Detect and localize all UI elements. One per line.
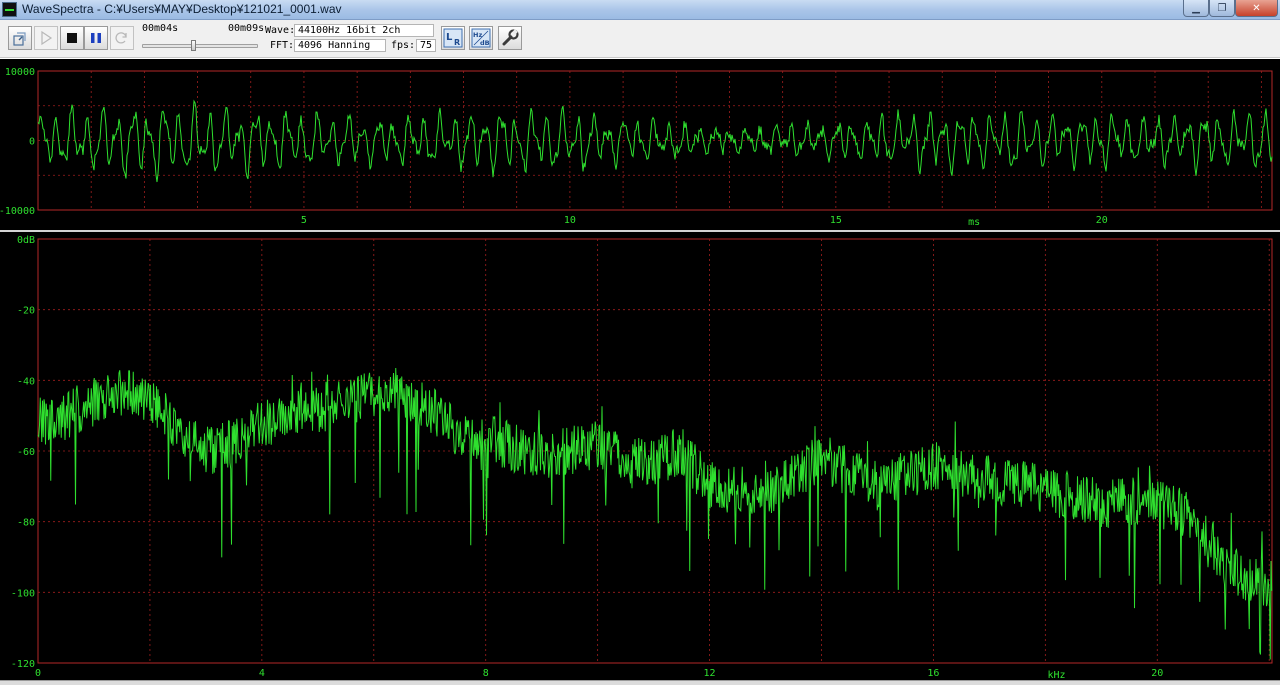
minimize-button[interactable]: ▁ [1183, 0, 1209, 17]
spectrum-x-tick-label: 4 [259, 668, 265, 679]
play-icon [41, 30, 53, 46]
spectrum-y-tick-label: -40 [17, 376, 35, 387]
fft-value: 4096 Hanning [294, 39, 386, 52]
spectrum-y-tick-label: -100 [11, 588, 35, 599]
maximize-button[interactable]: ❐ [1209, 0, 1235, 17]
svg-text:dB: dB [480, 39, 490, 47]
spectrum-y-tick-label: 0dB [17, 235, 35, 246]
seek-slider-track[interactable] [142, 44, 258, 48]
svg-text:L: L [446, 32, 453, 43]
waveform-trace [37, 99, 1273, 183]
spectrum-x-tick-label: 20 [1151, 668, 1163, 679]
settings-button[interactable] [498, 26, 522, 50]
fps-value: 75 [416, 39, 436, 52]
title-bar: WaveSpectra - C:¥Users¥MAY¥Desktop¥12102… [0, 0, 1280, 20]
waveform-panel[interactable]: 10000 0 -10000 5 10 15 20 ms [0, 59, 1280, 230]
wave-format-label: Wave: [265, 25, 296, 36]
spectrum-y-tick-label: -20 [17, 306, 35, 317]
spectrum-x-tick-label: 12 [704, 668, 716, 679]
loop-icon [115, 32, 127, 44]
toolbar: 00m04s 00m09s Wave: 44100Hz 16bit 2ch FF… [0, 20, 1280, 58]
hz-db-button[interactable]: Hz dB [469, 26, 493, 50]
loop-button[interactable] [110, 26, 134, 50]
waveform-chart[interactable]: 10000 0 -10000 5 10 15 20 ms [0, 59, 1280, 230]
record-source-icon [13, 32, 26, 46]
spectrum-trace [37, 367, 1273, 660]
waveform-y-tick-label: -10000 [0, 206, 35, 217]
total-time: 00m09s [228, 23, 265, 34]
waveform-x-unit: ms [968, 217, 980, 228]
waveform-x-tick-label: 5 [301, 215, 307, 226]
wrench-icon [502, 29, 519, 46]
close-button[interactable]: ✕ [1235, 0, 1278, 17]
spectrum-panel[interactable]: 0dB -20 -40 -60 -80 -100 -120 0 4 8 12 16 20 kHz [0, 232, 1280, 680]
stop-icon [67, 33, 77, 43]
spectrum-x-tick-label: 16 [927, 668, 939, 679]
waveform-x-tick-label: 15 [830, 215, 842, 226]
seek-slider-thumb[interactable] [191, 40, 197, 51]
spectrum-y-tick-label: -60 [17, 447, 35, 458]
hz-db-icon: Hz dB [471, 28, 491, 48]
waveform-x-tick-label: 10 [564, 215, 576, 226]
wavespectra-app-icon[interactable] [2, 2, 17, 17]
position-time: 00m04s [142, 23, 179, 34]
channel-lr-button[interactable]: L R [441, 26, 465, 50]
spectrum-x-tick-label: 0 [35, 668, 41, 679]
stop-button[interactable] [60, 26, 84, 50]
pause-icon [91, 33, 101, 43]
svg-text:R: R [454, 38, 460, 47]
fft-label: FFT: [270, 40, 295, 51]
play-button[interactable] [34, 26, 58, 50]
record-source-button[interactable] [8, 26, 32, 50]
minimize-icon: ▁ [1192, 2, 1200, 14]
pause-button[interactable] [84, 26, 108, 50]
close-icon: ✕ [1252, 2, 1261, 14]
spectrum-x-tick-label: 8 [483, 668, 489, 679]
spectrum-x-unit: kHz [1048, 670, 1066, 680]
waveform-y-tick-label: 0 [29, 137, 35, 148]
spectrum-y-tick-label: -80 [17, 518, 35, 529]
spectrum-chart[interactable]: 0dB -20 -40 -60 -80 -100 -1200 4 8 12 16 20 kHz [0, 232, 1280, 680]
maximize-icon: ❐ [1217, 2, 1227, 14]
spectrum-y-tick-label: -120 [11, 659, 35, 670]
status-strip [0, 680, 1280, 685]
wave-format-value: 44100Hz 16bit 2ch [294, 24, 434, 37]
fps-label: fps: [391, 40, 416, 51]
waveform-x-tick-label: 20 [1096, 215, 1108, 226]
waveform-y-tick-label: 10000 [5, 67, 35, 78]
window-title: WaveSpectra - C:¥Users¥MAY¥Desktop¥12102… [22, 2, 342, 16]
channel-lr-icon: L R [443, 28, 463, 48]
